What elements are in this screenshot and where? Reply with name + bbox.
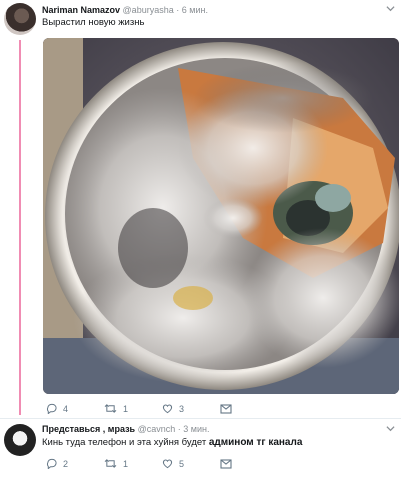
retweet-count: 1 bbox=[123, 403, 129, 414]
avatar[interactable] bbox=[4, 3, 36, 35]
separator-dot: · bbox=[177, 424, 181, 434]
reply-button[interactable]: 2 bbox=[46, 458, 104, 469]
reply-icon bbox=[46, 458, 57, 469]
like-button[interactable]: 5 bbox=[162, 458, 220, 469]
tweet-photo[interactable] bbox=[43, 38, 399, 394]
direct-message-icon bbox=[220, 403, 232, 414]
moldy-bowl-image bbox=[43, 38, 399, 394]
reply-count: 2 bbox=[63, 458, 69, 469]
separator-dot: · bbox=[176, 5, 180, 15]
tweet-divider bbox=[0, 418, 401, 419]
chevron-down-icon[interactable] bbox=[386, 4, 395, 15]
author-handle[interactable]: @cavnch bbox=[138, 424, 176, 434]
tweet-header: Представься , мразь @cavnch · 3 мин. bbox=[42, 424, 210, 434]
tweet-actions: 2 1 5 bbox=[46, 458, 278, 469]
reply-button[interactable]: 4 bbox=[46, 403, 104, 414]
tweet-text: Вырастил новую жизнь bbox=[42, 17, 145, 28]
heart-icon bbox=[162, 458, 173, 469]
like-button[interactable]: 3 bbox=[162, 403, 220, 414]
direct-message-icon bbox=[220, 458, 232, 469]
tweet-text: Кинь туда телефон и эта хуйня будет адми… bbox=[42, 437, 302, 448]
author-handle[interactable]: @aburyasha bbox=[123, 5, 174, 15]
direct-message-button[interactable] bbox=[220, 403, 278, 414]
author-name[interactable]: Представься , мразь bbox=[42, 424, 135, 434]
tweet-actions: 4 1 3 bbox=[46, 403, 278, 414]
tweet-time[interactable]: 6 мин. bbox=[182, 5, 208, 15]
thread-connector-line bbox=[19, 40, 21, 415]
chevron-down-icon[interactable] bbox=[386, 424, 395, 435]
heart-icon bbox=[162, 403, 173, 414]
avatar[interactable] bbox=[4, 424, 36, 456]
like-count: 3 bbox=[179, 403, 185, 414]
retweet-button[interactable]: 1 bbox=[104, 458, 162, 469]
direct-message-button[interactable] bbox=[220, 458, 278, 469]
reply-icon bbox=[46, 403, 57, 414]
retweet-button[interactable]: 1 bbox=[104, 403, 162, 414]
retweet-count: 1 bbox=[123, 458, 129, 469]
reply-count: 4 bbox=[63, 403, 69, 414]
tweet-header: Nariman Namazov @aburyasha · 6 мин. bbox=[42, 5, 208, 15]
tweet-time[interactable]: 3 мин. bbox=[183, 424, 209, 434]
retweet-icon bbox=[104, 458, 117, 469]
author-name[interactable]: Nariman Namazov bbox=[42, 5, 120, 15]
tweet-text-plain: Кинь туда телефон и эта хуйня будет bbox=[42, 437, 207, 448]
retweet-icon bbox=[104, 403, 117, 414]
tweet-text-bold: админом тг канала bbox=[208, 437, 303, 448]
like-count: 5 bbox=[179, 458, 185, 469]
